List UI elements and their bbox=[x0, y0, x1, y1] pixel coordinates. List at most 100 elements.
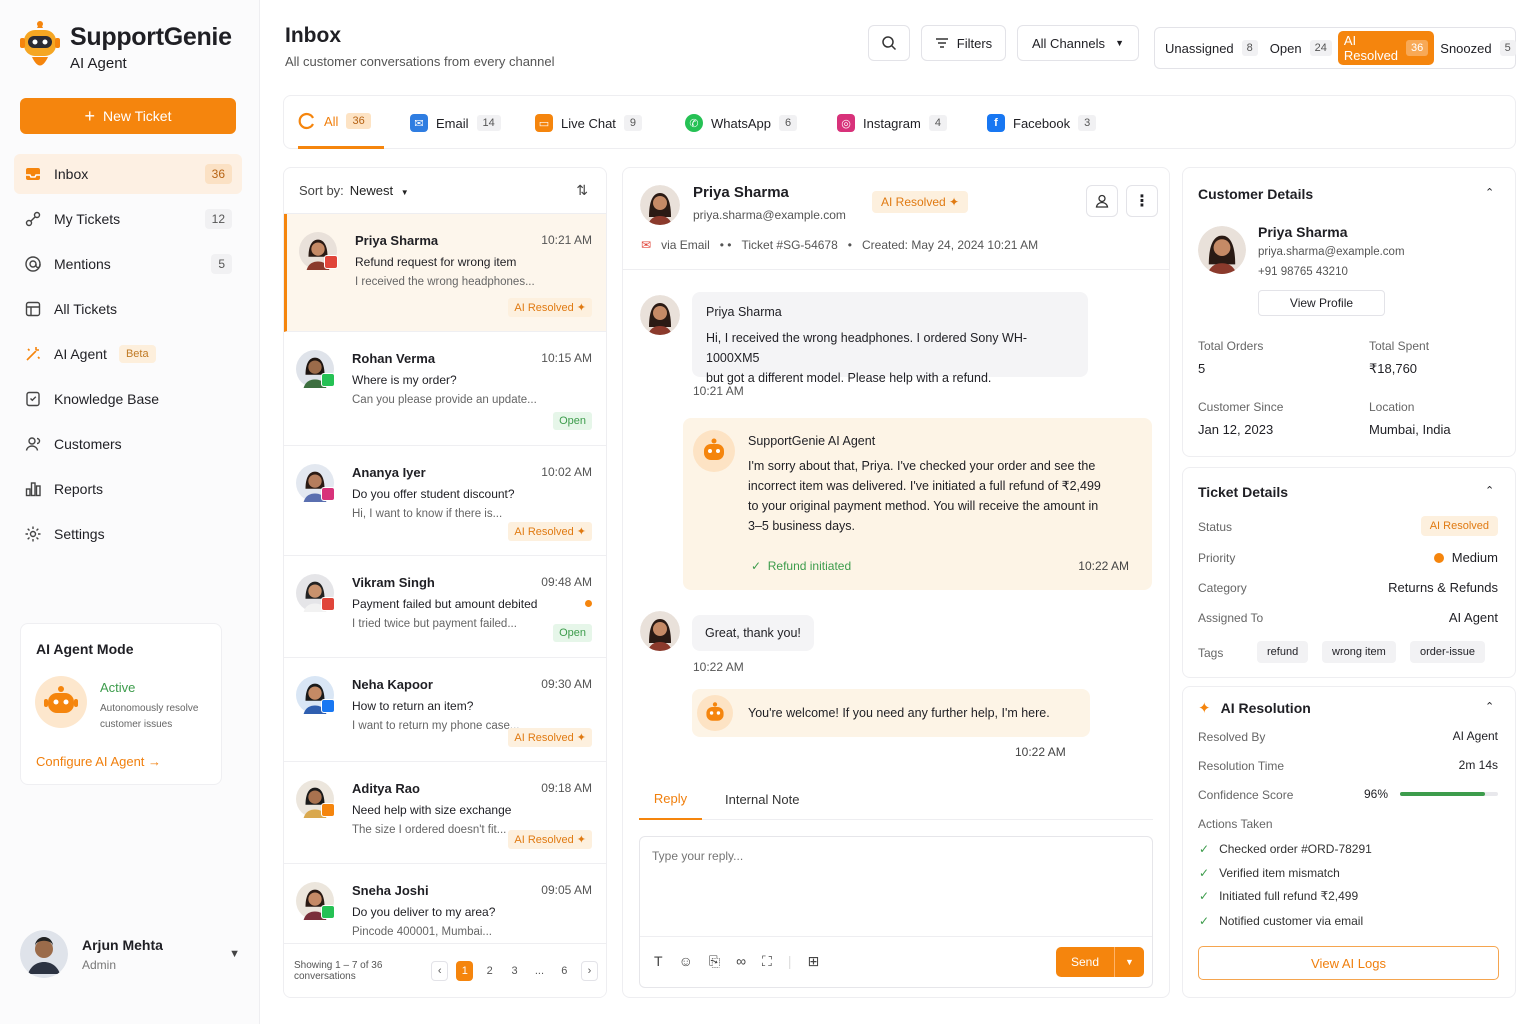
whatsapp-icon bbox=[321, 905, 335, 919]
more-options-button[interactable]: ⋮ bbox=[1126, 185, 1158, 217]
bot-icon bbox=[693, 430, 735, 472]
ai-message: SupportGenie AI Agent I'm sorry about th… bbox=[683, 418, 1152, 590]
tab-live-chat[interactable]: ▭ Live Chat 9 bbox=[535, 96, 643, 150]
chevron-up-icon[interactable]: ⌃ bbox=[1485, 484, 1497, 497]
message-line: incorrect item was delivered. I've initi… bbox=[748, 479, 1101, 493]
tab-reply[interactable]: Reply bbox=[639, 778, 702, 820]
sparkle-icon: ✦ bbox=[576, 834, 586, 846]
view-ai-logs-button[interactable]: View AI Logs bbox=[1198, 946, 1499, 980]
template-icon[interactable]: ⊞ bbox=[808, 953, 820, 970]
avatar bbox=[1198, 226, 1246, 274]
conversation-time: 09:30 AM bbox=[541, 677, 592, 691]
tab-all[interactable]: All 36 bbox=[298, 96, 384, 149]
tab-label: All bbox=[324, 113, 339, 129]
chevron-up-icon[interactable]: ⌃ bbox=[1485, 700, 1497, 713]
reply-input[interactable] bbox=[640, 837, 1152, 937]
page-6[interactable]: 6 bbox=[556, 961, 573, 981]
sparkle-icon: ✦ bbox=[1198, 700, 1211, 717]
screenshot-icon[interactable]: ⛶ bbox=[762, 953, 772, 970]
nav-item-settings[interactable]: Settings bbox=[14, 514, 242, 554]
view-profile-button[interactable]: View Profile bbox=[1258, 290, 1385, 316]
attachment-icon[interactable]: ⎘ bbox=[709, 953, 720, 970]
tab-facebook[interactable]: f Facebook 3 bbox=[987, 96, 1097, 150]
nav-item-reports[interactable]: Reports bbox=[14, 469, 242, 509]
status-badge: AI Resolved ✦ bbox=[508, 298, 592, 317]
nav-label: Mentions bbox=[54, 256, 111, 272]
check-icon: ✓ bbox=[1199, 914, 1210, 928]
tab-label: Live Chat bbox=[561, 115, 616, 131]
text-format-icon[interactable]: T bbox=[654, 953, 663, 970]
user-profile[interactable]: Arjun Mehta Admin ▼ bbox=[20, 930, 240, 978]
email-icon bbox=[324, 255, 338, 269]
status-count: 5 bbox=[1499, 40, 1516, 56]
nav-item-mentions[interactable]: Mentions 5 bbox=[14, 244, 242, 284]
nav-item-ai-agent[interactable]: AI Agent Beta bbox=[14, 334, 242, 374]
conversation-item[interactable]: Vikram Singh 09:48 AM Payment failed but… bbox=[284, 556, 606, 658]
sort-bar: Sort by: Newest ▼ ⇅ bbox=[284, 168, 606, 214]
sort-value: Newest bbox=[349, 183, 394, 198]
nav-item-all-tickets[interactable]: All Tickets bbox=[14, 289, 242, 329]
next-page-button[interactable]: › bbox=[580, 960, 598, 981]
tag[interactable]: refund bbox=[1257, 641, 1309, 663]
tab-internal-note[interactable]: Internal Note bbox=[725, 778, 799, 820]
chart-icon bbox=[25, 482, 41, 497]
conversation-item[interactable]: Neha Kapoor 09:30 AM How to return an it… bbox=[284, 658, 606, 762]
sidebar: SupportGenie AI Agent + New Ticket Inbox… bbox=[0, 0, 260, 1024]
ai-message: You're welcome! If you need any further … bbox=[692, 689, 1090, 737]
chat-customer-name: Priya Sharma bbox=[693, 184, 789, 201]
tag[interactable]: wrong item bbox=[1322, 641, 1396, 663]
page-subtitle: All customer conversations from every ch… bbox=[285, 54, 555, 69]
customer-message: Great, thank you! bbox=[692, 615, 814, 651]
conversation-item[interactable]: Rohan Verma 10:15 AM Where is my order? … bbox=[284, 332, 606, 446]
link-icon[interactable]: ∞ bbox=[736, 953, 746, 970]
send-options-button[interactable]: ▼ bbox=[1114, 947, 1144, 977]
ai-resolution-panel: ✦ AI Resolution ⌃ Resolved By AI Agent R… bbox=[1182, 686, 1516, 998]
action-text: Verified item mismatch bbox=[1219, 866, 1340, 880]
tab-whatsapp[interactable]: ✆ WhatsApp 6 bbox=[685, 96, 798, 150]
conversation-item[interactable]: Ananya Iyer 10:02 AM Do you offer studen… bbox=[284, 446, 606, 556]
nav-item-inbox[interactable]: Inbox 36 bbox=[14, 154, 242, 194]
nav-item-knowledge-base[interactable]: Knowledge Base bbox=[14, 379, 242, 419]
nav-label: Knowledge Base bbox=[54, 391, 160, 407]
assign-user-button[interactable] bbox=[1086, 185, 1118, 217]
message-time: 10:22 AM bbox=[1015, 745, 1066, 759]
filters-button[interactable]: Filters bbox=[921, 25, 1006, 61]
nav-item-customers[interactable]: Customers bbox=[14, 424, 242, 464]
tab-email[interactable]: ✉ Email 14 bbox=[410, 96, 501, 150]
configure-ai-agent-link[interactable]: Configure AI Agent → bbox=[36, 754, 161, 769]
prev-page-button[interactable]: ‹ bbox=[431, 960, 449, 981]
conversation-item[interactable]: Priya Sharma 10:21 AM Refund request for… bbox=[284, 214, 606, 332]
search-button[interactable] bbox=[868, 25, 910, 61]
channel-select[interactable]: All Channels ▼ bbox=[1017, 25, 1139, 61]
message-time: 10:22 AM bbox=[1078, 559, 1129, 573]
conversation-name: Ananya Iyer bbox=[352, 465, 426, 480]
status-open[interactable]: Open 24 bbox=[1264, 31, 1338, 65]
sparkle-icon bbox=[26, 347, 41, 361]
avatar bbox=[296, 574, 335, 612]
tag[interactable]: order-issue bbox=[1410, 641, 1486, 663]
brand: SupportGenie AI Agent bbox=[18, 20, 232, 74]
all-channels-icon bbox=[298, 112, 314, 130]
page-1[interactable]: 1 bbox=[456, 960, 474, 981]
customer-phone: +91 98765 43210 bbox=[1258, 266, 1348, 278]
location-label: Location bbox=[1369, 400, 1415, 414]
emoji-icon[interactable]: ☺ bbox=[679, 953, 693, 970]
status-snoozed[interactable]: Snoozed 5 bbox=[1434, 31, 1521, 65]
tab-instagram[interactable]: ◎ Instagram 4 bbox=[837, 96, 947, 150]
conversation-item[interactable]: Aditya Rao 09:18 AM Need help with size … bbox=[284, 762, 606, 864]
chevron-up-icon[interactable]: ⌃ bbox=[1485, 186, 1497, 199]
sort-select[interactable]: Newest ▼ bbox=[350, 183, 409, 198]
new-ticket-button[interactable]: + New Ticket bbox=[20, 98, 236, 134]
status-label: Unassigned bbox=[1165, 40, 1234, 56]
status-unassigned[interactable]: Unassigned 8 bbox=[1159, 31, 1264, 65]
nav-item-my-tickets[interactable]: My Tickets 12 bbox=[14, 199, 242, 239]
sort-order-icon[interactable]: ⇅ bbox=[576, 182, 588, 199]
message-time: 10:21 AM bbox=[693, 384, 744, 398]
status-ai-resolved[interactable]: AI Resolved 36 bbox=[1337, 31, 1435, 65]
page-2[interactable]: 2 bbox=[481, 961, 498, 981]
status-count: 36 bbox=[1406, 40, 1429, 56]
brand-name: SupportGenie bbox=[70, 22, 232, 51]
reply-tabs: Reply Internal Note bbox=[639, 778, 1153, 820]
send-button[interactable]: Send bbox=[1056, 947, 1114, 977]
page-3[interactable]: 3 bbox=[506, 961, 523, 981]
